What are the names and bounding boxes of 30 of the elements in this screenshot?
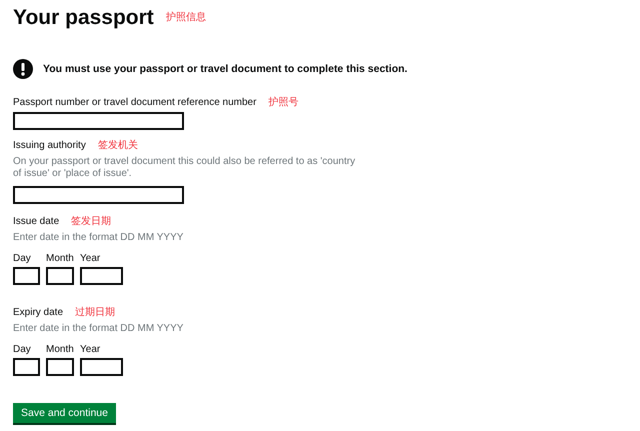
field-label: Issuing authority bbox=[13, 139, 86, 152]
warning-icon bbox=[13, 59, 33, 79]
input-field[interactable] bbox=[13, 186, 184, 204]
page-title: Your passport bbox=[13, 5, 154, 31]
field-label: Day bbox=[13, 344, 31, 356]
field-label: Year bbox=[80, 253, 100, 265]
input-field[interactable] bbox=[13, 358, 40, 376]
hint-text: Enter date in the format DD MM YYYY bbox=[13, 232, 184, 244]
annotation: 过期日期 bbox=[75, 306, 116, 318]
field-label: Day bbox=[13, 253, 31, 265]
annotation: 护照号 bbox=[268, 96, 298, 108]
warning-text: You must use your passport or travel document to complete this section. bbox=[43, 63, 408, 75]
save-button[interactable]: Save and continue bbox=[13, 403, 116, 425]
field-label: Month bbox=[46, 344, 74, 356]
input-field[interactable] bbox=[46, 267, 74, 285]
input-field[interactable] bbox=[13, 267, 40, 285]
annotation: 签发机关 bbox=[98, 140, 138, 152]
annotation: 护照信息 bbox=[166, 12, 206, 24]
annotation: 签发日期 bbox=[71, 216, 112, 228]
field-label: Issue date bbox=[13, 215, 60, 228]
field-label: Month bbox=[46, 253, 74, 265]
input-field[interactable] bbox=[13, 112, 184, 130]
field-label: Expiry date bbox=[13, 306, 64, 319]
input-field[interactable] bbox=[46, 358, 74, 376]
hint-text: On your passport or travel document this could also be referred to as 'country of issue' or 'place of issue'. bbox=[13, 156, 356, 180]
field-label: Passport number or travel document reference number bbox=[13, 96, 256, 109]
field-label: Year bbox=[80, 344, 100, 356]
input-field[interactable] bbox=[80, 267, 123, 285]
hint-text: Enter date in the format DD MM YYYY bbox=[13, 323, 184, 335]
input-field[interactable] bbox=[80, 358, 123, 376]
